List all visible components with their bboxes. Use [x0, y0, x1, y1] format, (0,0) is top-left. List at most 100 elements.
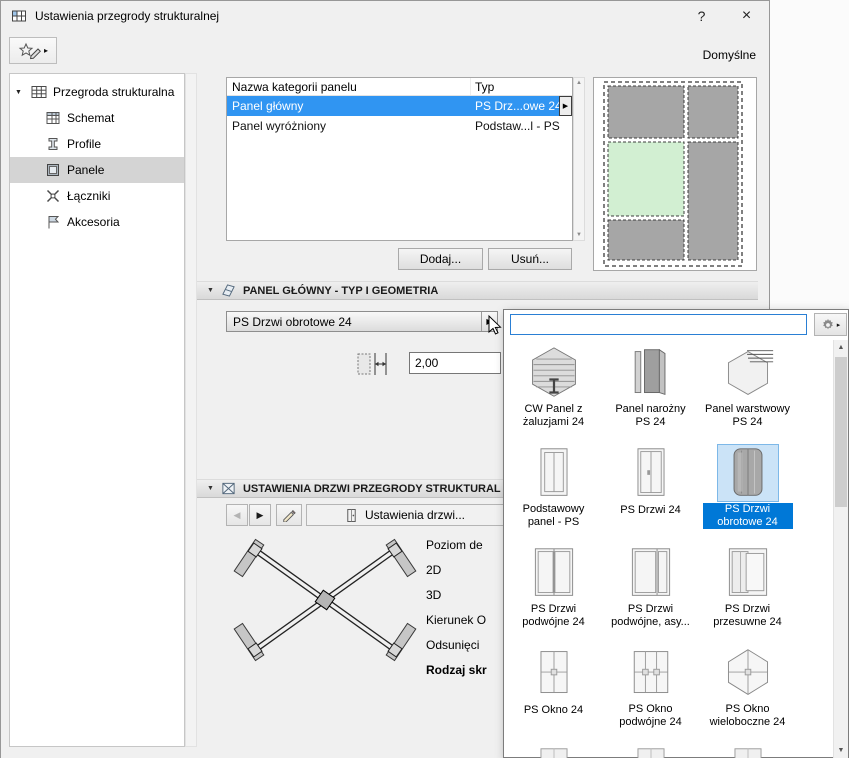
app-icon	[11, 8, 27, 24]
scroll-up-icon[interactable]: ▲	[574, 80, 584, 86]
type-flyout-button[interactable]: ▶	[559, 96, 572, 116]
door-icon	[620, 444, 682, 502]
sidebar-item-akcesoria[interactable]: Akcesoria	[10, 209, 184, 235]
cell-type: PS Drz...owe 24	[475, 99, 559, 113]
tree-expand-icon[interactable]: ▼	[15, 89, 25, 96]
cell-name: Panel główny	[232, 99, 304, 113]
caret-icon: ▸	[836, 321, 841, 329]
table-row-panel-wyróżniony[interactable]: Panel wyróżniony Podstaw...l - PS	[227, 116, 572, 136]
catalog-grid: CW Panel z żaluzjami 24 Panel narożny PS …	[505, 340, 833, 758]
catalog-item-label: PS Drzwi podwójne, asy...	[611, 603, 690, 628]
table-row-panel-główny[interactable]: Panel główny PS Drz...owe 24 ▶	[227, 96, 572, 116]
partial-panel-icon	[523, 744, 585, 758]
sidebar-item-schemat[interactable]: Schemat	[10, 105, 184, 131]
panel-geometry-icon	[221, 283, 236, 298]
corner-panel-icon	[620, 344, 682, 402]
profile-icon	[45, 136, 61, 152]
catalog-item-partial-14[interactable]	[699, 740, 796, 758]
collapse-arrow-icon[interactable]: ▼	[207, 485, 214, 492]
catalog-item-cw-panel-z-żaluzjami-24[interactable]: CW Panel z żaluzjami 24	[505, 340, 602, 440]
sidebar-item-przegroda-strukturalna[interactable]: ▼ Przegroda strukturalna	[10, 79, 184, 105]
sidebar-item-label: Akcesoria	[67, 215, 120, 229]
catalog-item-ps-drzwi-przesuwne-24[interactable]: PS Drzwi przesuwne 24	[699, 540, 796, 640]
pencil-icon	[282, 508, 296, 522]
catalog-item-ps-drzwi-podwójne-24[interactable]: PS Drzwi podwójne 24	[505, 540, 602, 640]
defaults-label: Domyślne	[702, 48, 756, 62]
catalog-item-ps-drzwi-obrotowe-24[interactable]: PS Drzwi obrotowe 24	[699, 440, 796, 540]
settings-gear-button[interactable]: ▸	[814, 313, 847, 336]
double-door-asym-icon	[620, 544, 682, 602]
sidebar-item-label: Łączniki	[67, 189, 111, 203]
cell-type: Podstaw...l - PS	[475, 119, 560, 133]
catalog-item-ps-drzwi-podwójne-asy[interactable]: PS Drzwi podwójne, asy...	[602, 540, 699, 640]
revolving-door-icon	[716, 444, 779, 502]
table-body: Panel główny PS Drz...owe 24 ▶ Panel wyróżn…	[227, 96, 572, 136]
window-title: Ustawienia przegrody strukturalnej	[35, 9, 220, 23]
sidebar-item-łączniki[interactable]: Łączniki	[10, 183, 184, 209]
section-main-panel-header[interactable]: ▼ PANEL GŁÓWNY - TYP I GEOMETRIA	[197, 281, 758, 300]
sidebar-item-panele[interactable]: Panele	[10, 157, 184, 183]
sidebar-item-label: Schemat	[67, 111, 115, 125]
scroll-down-icon[interactable]: ▼	[574, 232, 584, 238]
favorites-star-pen-icon	[18, 42, 42, 60]
section-title: PANEL GŁÓWNY - TYP I GEOMETRIA	[242, 284, 439, 297]
catalog-item-panel-narożny-ps-24[interactable]: Panel narożny PS 24	[602, 340, 699, 440]
catalog-item-podstawowy-panel-ps[interactable]: Podstawowy panel - PS	[505, 440, 602, 540]
catalog-item-label: CW Panel z żaluzjami 24	[522, 403, 585, 428]
catalog-item-label: PS Drzwi przesuwne 24	[713, 603, 782, 628]
collapse-arrow-icon[interactable]: ▼	[207, 287, 214, 294]
thickness-input[interactable]	[409, 352, 501, 374]
sidebar-item-profile[interactable]: Profile	[10, 131, 184, 157]
catalog-item-label: PS Drzwi obrotowe 24	[702, 503, 793, 529]
double-door-icon	[523, 544, 585, 602]
close-button[interactable]: ×	[724, 1, 769, 31]
catalog-item-ps-drzwi-24[interactable]: PS Drzwi 24	[602, 440, 699, 540]
panel-type-dropdown[interactable]: PS Drzwi obrotowe 24 ▶	[226, 311, 498, 332]
catalog-item-label: PS Drzwi podwójne 24	[522, 603, 585, 628]
table-scrollbar[interactable]: ▲ ▼	[573, 77, 585, 241]
sliding-door-icon	[717, 544, 779, 602]
help-button[interactable]: ?	[679, 1, 724, 31]
catalog-item-panel-warstwowy-ps-24[interactable]: Panel warstwowy PS 24	[699, 340, 796, 440]
search-input[interactable]	[510, 314, 807, 335]
double-window-icon	[620, 644, 682, 702]
tab-label: Ustawienia drzwi...	[364, 508, 466, 522]
schema-icon	[45, 110, 61, 126]
column-header-name: Nazwa kategorii panelu	[227, 78, 471, 95]
forward-button[interactable]: ▶	[249, 504, 271, 526]
gear-icon	[821, 318, 835, 332]
door-preview	[219, 534, 431, 666]
door-settings-tab[interactable]: Ustawienia drzwi...	[306, 504, 504, 526]
partial-panel-icon	[620, 744, 682, 758]
scroll-down-icon[interactable]: ▼	[834, 743, 848, 758]
catalog-item-partial-12[interactable]	[505, 740, 602, 758]
curtain-wall-preview	[593, 77, 757, 271]
popup-scrollbar[interactable]: ▲ ▼	[833, 340, 848, 758]
table-header: Nazwa kategorii panelu Typ	[227, 78, 572, 96]
catalog-item-ps-okno-podwójne-24[interactable]: PS Okno podwójne 24	[602, 640, 699, 740]
catalog-item-ps-okno-wieloboczne-24[interactable]: PS Okno wieloboczne 24	[699, 640, 796, 740]
back-button[interactable]: ◀	[226, 504, 248, 526]
window-icon	[523, 644, 585, 702]
sidebar-item-label: Panele	[67, 163, 105, 177]
transfer-settings-button[interactable]	[276, 504, 302, 526]
remove-button[interactable]: Usuń...	[488, 248, 572, 270]
catalog-item-label: Panel warstwowy PS 24	[705, 403, 790, 428]
scroll-thumb[interactable]	[835, 357, 847, 507]
sidebar-tree: ▼ Przegroda strukturalna Schemat Profile Pan…	[9, 73, 185, 747]
accessory-icon	[45, 214, 61, 230]
basic-panel-icon	[523, 444, 585, 502]
scroll-up-icon[interactable]: ▲	[834, 340, 848, 355]
hex-louver-icon	[523, 344, 585, 402]
partial-panel-icon	[717, 744, 779, 758]
favorites-button[interactable]: ▸	[9, 37, 57, 64]
catalog-item-ps-okno-24[interactable]: PS Okno 24	[505, 640, 602, 740]
sidebar-scrollbar[interactable]	[185, 73, 197, 747]
add-button[interactable]: Dodaj...	[398, 248, 483, 270]
section-title: USTAWIENIA DRZWI PRZEGRODY STRUKTURAL	[242, 482, 501, 495]
dropdown-arrow-icon[interactable]: ▶	[481, 312, 497, 331]
catalog-item-partial-13[interactable]	[602, 740, 699, 758]
dropdown-value: PS Drzwi obrotowe 24	[233, 315, 352, 329]
catalog-popup: ▸ CW Panel z żaluzjami 24 Panel narożny P…	[503, 309, 849, 758]
catalog-item-label: PS Drzwi 24	[620, 504, 681, 516]
